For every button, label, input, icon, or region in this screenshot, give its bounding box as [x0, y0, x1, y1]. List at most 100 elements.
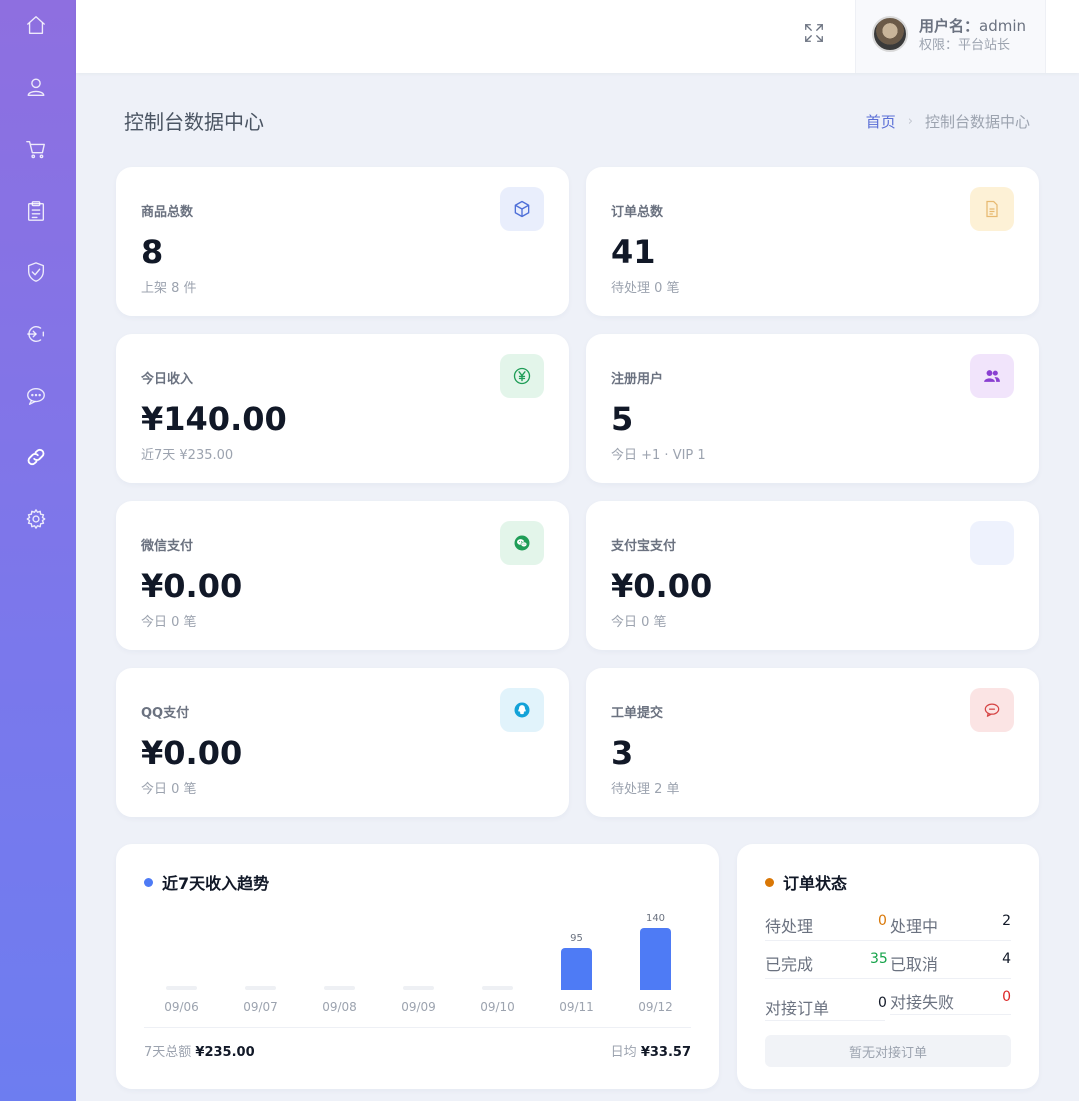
chart-data-label: 95 [570, 933, 583, 944]
stat-value: ¥140.00 [141, 400, 287, 438]
stat-label: 工单提交 [611, 706, 664, 721]
chart-bar [403, 986, 434, 990]
stat-sub: 今日 0 笔 [141, 615, 197, 630]
stat-value: ¥0.00 [141, 567, 243, 605]
user-menu[interactable]: 用户名：admin 权限：平台站长 [855, 0, 1046, 73]
chart-bar [482, 986, 513, 990]
chart-bar [324, 986, 355, 990]
stat-card-wechat-pay: 微信支付 ¥0.00 今日 0 笔 [116, 501, 569, 650]
stat-sub: 待处理 0 笔 [611, 281, 680, 296]
row-divider [765, 940, 1011, 941]
avg-summary: 日均 ¥33.57 [610, 1045, 691, 1060]
clipboard-icon [27, 201, 45, 221]
sidebar-item-orders[interactable] [22, 197, 50, 225]
link-icon [27, 448, 45, 466]
users-icon [970, 354, 1014, 398]
chart-bar [245, 986, 276, 990]
user-icon [27, 78, 45, 96]
chart-tick-label: 09/09 [401, 1000, 436, 1014]
stat-card-tickets: 工单提交 3 待处理 2 单 [586, 668, 1039, 817]
chart-tick-label: 09/07 [243, 1000, 278, 1014]
stat-label: 注册用户 [611, 372, 664, 387]
title-dot [144, 877, 153, 887]
cart-icon [26, 140, 45, 159]
stat-sub: 待处理 2 单 [611, 782, 680, 797]
chart-tick-label: 09/08 [322, 1000, 357, 1014]
avatar [872, 16, 908, 52]
sidebar-item-users[interactable] [22, 73, 50, 101]
chart-bar [166, 986, 197, 990]
revenue-title-text: 近7天收入趋势 [162, 874, 270, 893]
stat-sub: 今日 0 笔 [141, 782, 197, 797]
revenue-bar-chart: 09/06 09/07 09/08 09/09 09/10 95 09/11 140 09/12 [144, 904, 694, 1014]
stat-value: ¥0.00 [611, 567, 713, 605]
total-summary: 7天总额 ¥235.00 [144, 1045, 255, 1060]
top-header: 用户名：admin 权限：平台站长 [76, 0, 1079, 73]
sidebar-item-plugins[interactable] [22, 320, 50, 348]
docking-failed-value: 0 [1002, 989, 1011, 1005]
yuan-icon [500, 354, 544, 398]
order-status-title-text: 订单状态 [783, 874, 848, 893]
sidebar-item-home[interactable] [22, 11, 50, 39]
chart-tick-label: 09/12 [638, 1000, 673, 1014]
row-divider [765, 1020, 885, 1021]
stat-card-qq-pay: QQ支付 ¥0.00 今日 0 笔 [116, 668, 569, 817]
stat-label: 微信支付 [141, 539, 194, 554]
gear-icon [26, 509, 46, 529]
stat-card-users: 注册用户 5 今日 +1 · VIP 1 [586, 334, 1039, 483]
revenue-trend-title: 近7天收入趋势 [144, 870, 269, 894]
sidebar-item-tickets[interactable] [22, 382, 50, 410]
alipay-icon [970, 521, 1014, 565]
shield-check-icon [27, 262, 45, 282]
stat-label: QQ支付 [141, 706, 190, 721]
chart-bar [640, 928, 671, 990]
sidebar [0, 0, 76, 1101]
completed-value: 35 [870, 951, 888, 967]
role-text: 权限：平台站长 [919, 38, 1011, 53]
breadcrumb-current: 控制台数据中心 [924, 113, 1030, 131]
sidebar-item-security[interactable] [22, 258, 50, 286]
stat-value: ¥0.00 [141, 734, 243, 772]
chart-tick-label: 09/11 [559, 1000, 594, 1014]
chart-tick-label: 09/06 [164, 1000, 199, 1014]
page-title: 控制台数据中心 [124, 110, 264, 134]
breadcrumb-separator: › [907, 114, 913, 129]
stat-sub: 近7天 ¥235.00 [141, 448, 234, 463]
sidebar-item-docking[interactable] [22, 443, 50, 471]
stat-card-orders: 订单总数 41 待处理 0 笔 [586, 167, 1039, 316]
expand-icon [805, 24, 823, 42]
stat-card-goods: 商品总数 8 上架 8 件 [116, 167, 569, 316]
chat-icon [27, 387, 45, 405]
stat-value: 3 [611, 734, 634, 772]
stat-value: 5 [611, 400, 634, 438]
ticket-chat-icon [970, 688, 1014, 732]
pending-value: 0 [878, 913, 887, 929]
cube-icon [500, 187, 544, 231]
docking-failed-label: 对接失败 [890, 993, 955, 1012]
home-icon [27, 16, 45, 34]
processing-label: 处理中 [890, 917, 939, 936]
cancelled-value: 4 [1002, 951, 1011, 967]
stat-sub: 上架 8 件 [141, 281, 197, 296]
document-icon [970, 187, 1014, 231]
sidebar-item-settings[interactable] [22, 505, 50, 533]
processing-value: 2 [1002, 913, 1011, 929]
chart-tick-label: 09/10 [480, 1000, 515, 1014]
breadcrumb-home-link[interactable]: 首页 [866, 111, 896, 132]
row-divider [765, 978, 1011, 979]
title-dot [765, 877, 774, 887]
docking-value: 0 [878, 995, 887, 1011]
fullscreen-button[interactable] [803, 22, 827, 46]
stat-value: 8 [141, 233, 164, 271]
plugin-icon [27, 325, 45, 343]
stat-label: 今日收入 [141, 372, 194, 387]
sidebar-item-shop[interactable] [22, 135, 50, 163]
docking-label: 对接订单 [765, 999, 830, 1018]
stat-sub: 今日 0 笔 [611, 615, 667, 630]
no-docking-orders-button[interactable]: 暂无对接订单 [765, 1035, 1011, 1067]
username-text: 用户名：admin [919, 17, 1027, 35]
order-status-panel: 订单状态 待处理 0 处理中 2 已完成 35 已取消 4 对接订单 0 对接失… [737, 844, 1039, 1089]
stat-card-alipay: 支付宝支付 ¥0.00 今日 0 笔 [586, 501, 1039, 650]
pending-label: 待处理 [765, 917, 814, 936]
breadcrumb: 首页 › 控制台数据中心 [866, 111, 1030, 132]
